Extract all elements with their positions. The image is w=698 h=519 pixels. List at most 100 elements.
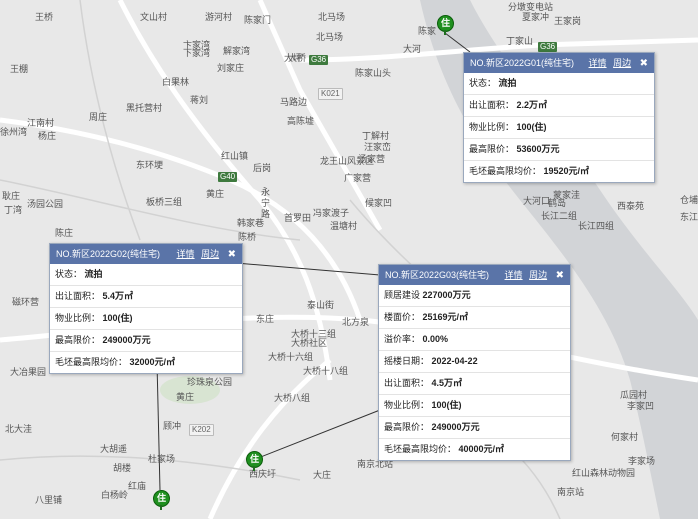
place-label: 李家凹 xyxy=(627,401,655,411)
info-label: 最高限价： xyxy=(469,144,515,154)
place-label: 泰山街 xyxy=(307,300,335,310)
info-row: 摇楼日期： 2022-04-22 xyxy=(379,351,570,373)
info-row: 溢价率： 0.00% xyxy=(379,329,570,351)
info-value: 100(住) xyxy=(431,400,462,410)
info-value: 40000元/㎡ xyxy=(458,444,505,454)
info-value: 53600万元 xyxy=(516,144,560,154)
info-row: 最高限价： 249000万元 xyxy=(379,417,570,439)
popup-header: NO.新区2022G01(纯住宅) 详情 周边 ✖ xyxy=(464,53,654,73)
info-value: 19520元/㎡ xyxy=(543,166,590,176)
info-value: 流拍 xyxy=(84,269,103,279)
close-icon[interactable]: ✖ xyxy=(556,270,564,281)
road-shield: K021 xyxy=(318,88,343,100)
info-value: 2.2万㎡ xyxy=(516,100,548,110)
place-label: 刘家庄 xyxy=(217,63,245,73)
close-icon[interactable]: ✖ xyxy=(228,249,236,260)
place-label: 杜家场 xyxy=(148,454,176,464)
nearby-link[interactable]: 周边 xyxy=(613,58,631,68)
info-label: 物业比例： xyxy=(469,122,515,132)
place-label: 高陈墟 xyxy=(287,116,315,126)
place-label: 仓埔 xyxy=(680,195,698,205)
popup-g02: NO.新区2022G02(纯住宅) 详情 周边 ✖ 状态： 流拍 出让面积： 5.… xyxy=(49,243,243,374)
info-label: 顾居建设 xyxy=(384,290,421,300)
info-value: 流拍 xyxy=(498,78,517,88)
popup-rows: 状态： 流拍 出让面积： 2.2万㎡ 物业比例： 100(住) 最高限价： 53600… xyxy=(464,73,654,182)
info-row: 顾居建设 227000万元 xyxy=(379,285,570,307)
info-row: 出让面积： 4.5万㎡ xyxy=(379,373,570,395)
info-label: 毛坯最高限均价： xyxy=(469,166,542,176)
place-label: 分墩变电站 xyxy=(508,2,554,12)
place-label: 白杨岭 xyxy=(101,490,129,500)
road-shield: G36 xyxy=(538,42,558,52)
place-label: 黄庄 xyxy=(206,189,225,199)
info-label: 最高限价： xyxy=(384,422,430,432)
info-row: 最高限价： 53600万元 xyxy=(464,139,654,161)
place-label: 磁环营 xyxy=(12,297,40,307)
info-label: 毛坯最高限均价： xyxy=(384,444,457,454)
place-label: 陈庄 xyxy=(55,228,74,238)
place-label: 王棚 xyxy=(10,64,29,74)
place-label: 瓜园村 xyxy=(620,390,648,400)
residential-pin-icon[interactable]: 住 xyxy=(246,451,263,471)
popup-rows: 状态： 流拍 出让面积： 5.4万㎡ 物业比例： 100(住) 最高限价： 24900… xyxy=(50,264,242,373)
place-label: 韩家巷 xyxy=(237,218,265,228)
info-value: 100(住) xyxy=(516,122,547,132)
residential-pin-icon[interactable]: 住 xyxy=(437,15,454,35)
place-label: 丁家山 xyxy=(506,36,534,46)
info-row: 状态： 流拍 xyxy=(50,264,242,286)
place-label: 西泰苑 xyxy=(617,201,645,211)
place-label: 大胡遥 xyxy=(100,444,128,454)
place-label: 汤园公园 xyxy=(27,199,64,209)
place-label: 陈家门 xyxy=(244,15,272,25)
place-label: 后岗 xyxy=(253,163,272,173)
info-label: 最高限价： xyxy=(55,335,101,345)
info-row: 物业比例： 100(住) xyxy=(379,395,570,417)
place-label: 汪家峦 xyxy=(364,142,392,152)
place-label: 何家村 xyxy=(611,432,639,442)
place-label: 南京站 xyxy=(557,487,585,497)
place-label: 北马场 xyxy=(316,32,344,42)
place-label: 永 xyxy=(261,187,271,197)
nearby-link[interactable]: 周边 xyxy=(529,270,547,280)
info-value: 32000元/㎡ xyxy=(129,357,176,367)
detail-link[interactable]: 详情 xyxy=(177,249,195,259)
place-label: 首罗田 xyxy=(284,213,312,223)
info-row: 状态： 流拍 xyxy=(464,73,654,95)
popup-title: NO.新区2022G02(纯住宅) xyxy=(56,249,161,259)
place-label: 丁湾 xyxy=(4,205,23,215)
place-label: 耿庄 xyxy=(2,191,21,201)
info-row: 物业比例： 100(住) xyxy=(464,117,654,139)
info-value: 2022-04-22 xyxy=(431,356,478,366)
detail-link[interactable]: 详情 xyxy=(589,58,607,68)
info-label: 物业比例： xyxy=(384,400,430,410)
info-label: 物业比例： xyxy=(55,313,101,323)
place-label: 板桥三组 xyxy=(146,197,183,207)
place-label: 东江 xyxy=(680,212,698,222)
place-label: 红山森林动物园 xyxy=(572,468,636,478)
info-label: 毛坯最高限均价： xyxy=(55,357,128,367)
place-label: 珍珠泉公园 xyxy=(187,377,233,387)
residential-pin-icon[interactable]: 住 xyxy=(153,490,170,510)
place-label: 大冶果园 xyxy=(10,367,47,377)
place-label: 鹤岛 xyxy=(548,198,567,208)
place-label: 江南村 xyxy=(27,118,55,128)
place-label: 胡楼 xyxy=(113,463,132,473)
place-label: 东环埂 xyxy=(136,160,164,170)
place-label: 大桥 xyxy=(288,53,307,63)
info-value: 4.5万㎡ xyxy=(431,378,463,388)
info-row: 楼面价： 25169元/㎡ xyxy=(379,307,570,329)
place-label: 北马场 xyxy=(318,12,346,22)
place-label: 大河口 xyxy=(523,196,551,206)
close-icon[interactable]: ✖ xyxy=(640,58,648,69)
info-row: 毛坯最高限均价： 19520元/㎡ xyxy=(464,161,654,182)
info-value: 249000万元 xyxy=(431,422,480,432)
popup-title: NO.新区2022G01(纯住宅) xyxy=(470,58,575,68)
detail-link[interactable]: 详情 xyxy=(505,270,523,280)
place-label: 夏家冲 xyxy=(522,12,550,22)
place-label: 王桥 xyxy=(35,12,54,22)
info-value: 100(住) xyxy=(102,313,133,323)
nearby-link[interactable]: 周边 xyxy=(201,249,219,259)
info-value: 5.4万㎡ xyxy=(102,291,134,301)
place-label: 大庄 xyxy=(313,470,332,480)
info-row: 最高限价： 249000万元 xyxy=(50,330,242,352)
